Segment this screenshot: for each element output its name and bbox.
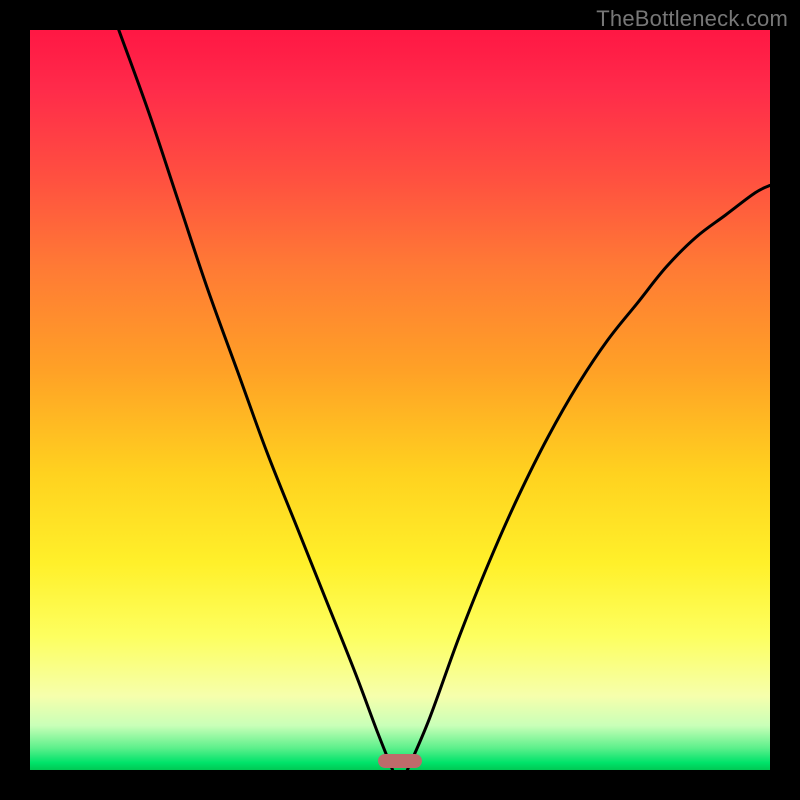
right-curve (407, 185, 770, 770)
bottleneck-marker (378, 754, 422, 768)
curve-overlay (30, 30, 770, 770)
plot-area (30, 30, 770, 770)
watermark-text: TheBottleneck.com (596, 6, 788, 32)
left-curve (119, 30, 393, 770)
